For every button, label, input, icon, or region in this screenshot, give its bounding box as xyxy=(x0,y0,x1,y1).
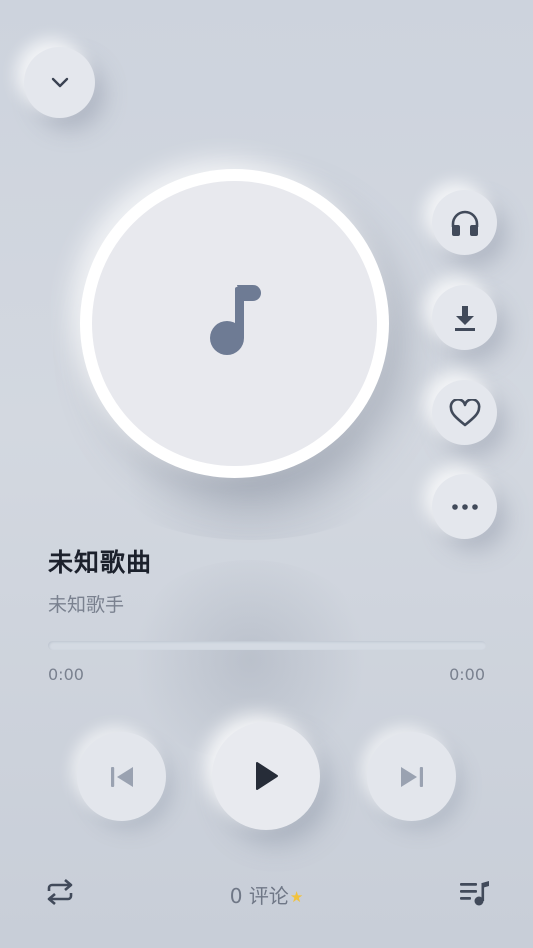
collapse-button[interactable] xyxy=(24,47,95,118)
chevron-down-icon xyxy=(50,77,70,89)
headphones-icon xyxy=(450,209,480,237)
download-button[interactable] xyxy=(432,285,497,350)
current-time: 0:00 xyxy=(48,665,84,684)
skip-next-icon xyxy=(398,765,426,789)
download-icon xyxy=(453,304,477,332)
headphones-button[interactable] xyxy=(432,190,497,255)
song-artist: 未知歌手 xyxy=(48,594,125,616)
playlist-icon xyxy=(458,879,490,911)
play-button[interactable] xyxy=(212,722,320,830)
like-button[interactable] xyxy=(432,380,497,445)
more-icon xyxy=(451,503,478,510)
comments-button[interactable]: 0 评论★ xyxy=(0,880,533,909)
previous-button[interactable] xyxy=(77,732,166,821)
album-cover xyxy=(80,169,389,478)
heart-icon xyxy=(449,398,481,427)
song-title: 未知歌曲 xyxy=(48,548,153,577)
next-button[interactable] xyxy=(367,732,456,821)
comment-label: 评论 xyxy=(248,884,289,908)
play-icon xyxy=(253,761,279,791)
star-icon: ★ xyxy=(289,888,304,906)
album-cover-placeholder xyxy=(92,181,377,466)
comment-count: 0 xyxy=(229,884,243,908)
music-note-icon xyxy=(209,284,261,363)
skip-previous-icon xyxy=(108,765,136,789)
progress-bar[interactable] xyxy=(48,641,486,650)
total-time: 0:00 xyxy=(449,665,485,684)
more-button[interactable] xyxy=(432,474,497,539)
playlist-button[interactable] xyxy=(456,878,492,912)
